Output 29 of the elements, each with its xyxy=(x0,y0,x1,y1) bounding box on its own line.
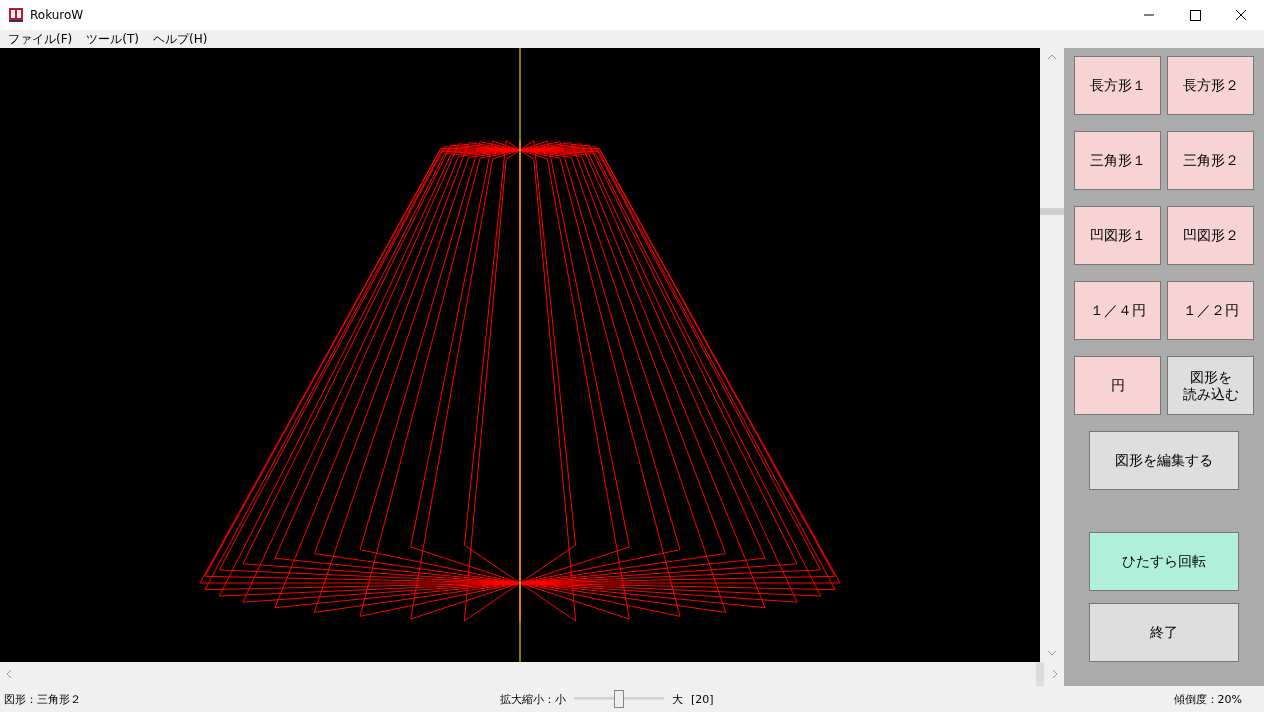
scroll-down-icon[interactable] xyxy=(1047,650,1057,656)
zoom-max-label: 大 xyxy=(672,691,683,707)
scroll-thumb[interactable] xyxy=(1040,208,1064,215)
scroll-thumb[interactable] xyxy=(1036,662,1044,686)
scroll-left-icon[interactable] xyxy=(6,669,12,679)
shape-button[interactable]: 長方形１ xyxy=(1074,56,1161,115)
shape-button[interactable]: 図形を 読み込む xyxy=(1167,356,1254,415)
menu-item[interactable]: ツール(T) xyxy=(86,30,139,48)
zoom-label: 拡大縮小：小 xyxy=(500,691,566,707)
shape-button[interactable]: 三角形２ xyxy=(1167,131,1254,190)
shape-button[interactable]: 三角形１ xyxy=(1074,131,1161,190)
shape-button[interactable]: １／４円 xyxy=(1074,281,1161,340)
app-logo-icon xyxy=(8,7,24,23)
scroll-right-icon[interactable] xyxy=(1052,669,1058,679)
command-button[interactable]: 図形を編集する xyxy=(1089,431,1239,490)
command-button[interactable]: ひたすら回転 xyxy=(1089,532,1239,591)
shape-button[interactable]: 円 xyxy=(1074,356,1161,415)
window-title: RokuroW xyxy=(30,8,84,22)
shape-status: 図形：三角形２ xyxy=(4,691,82,707)
shape-button[interactable]: １／２円 xyxy=(1167,281,1254,340)
menu-item[interactable]: ファイル(F) xyxy=(8,30,73,48)
scroll-up-icon[interactable] xyxy=(1047,54,1057,60)
menu-item[interactable]: ヘルプ(H) xyxy=(152,30,208,48)
tilt-status: 傾倒度：20% xyxy=(1173,691,1242,707)
shape-button[interactable]: 凹図形１ xyxy=(1074,206,1161,265)
shape-button[interactable]: 凹図形２ xyxy=(1167,206,1254,265)
shape-button[interactable]: 長方形２ xyxy=(1167,56,1254,115)
zoom-value: [20] xyxy=(691,692,714,706)
command-button[interactable]: 終了 xyxy=(1089,603,1239,662)
